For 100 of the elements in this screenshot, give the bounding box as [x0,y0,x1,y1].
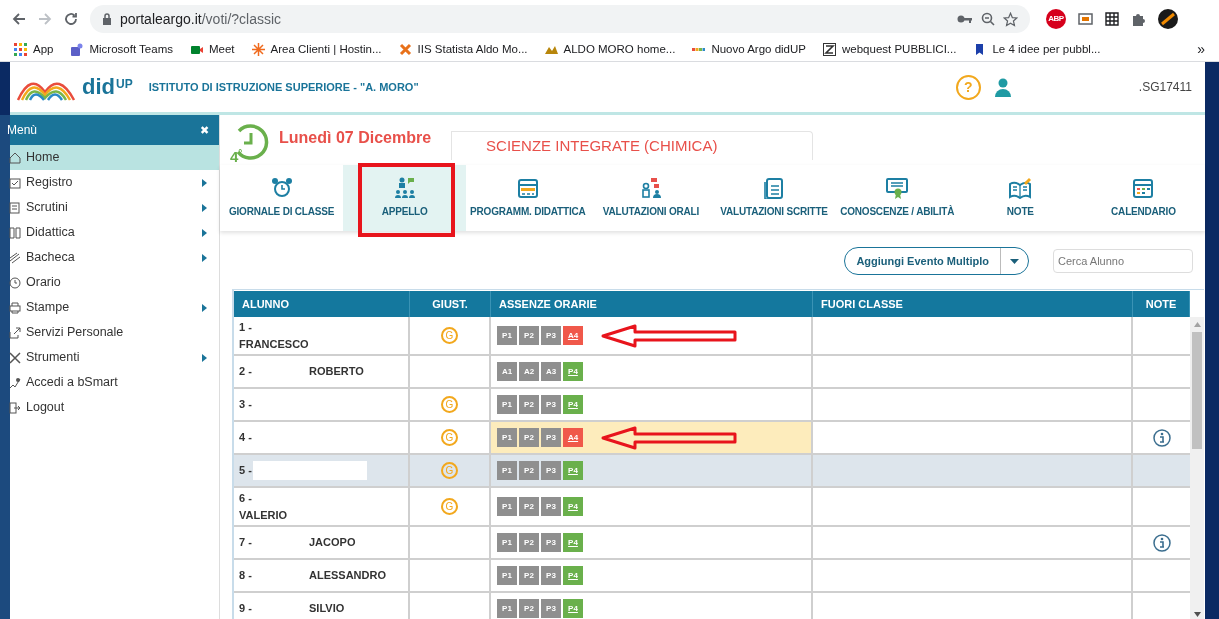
table-row[interactable]: 7 - JACOPO P1 P2 P3 P4 [234,527,1190,560]
hour-badge[interactable]: A1 [497,362,517,381]
search-field[interactable]: Cerca Alunno [1053,249,1193,273]
table-row[interactable]: 3 - G P1 P2 P3 P4 [234,389,1190,422]
cross-logo-icon[interactable] [398,43,412,56]
info-icon[interactable] [1152,428,1171,447]
bookmark-link[interactable]: Meet [209,40,235,59]
hour-badge[interactable]: P4 [563,497,583,516]
hour-badge[interactable]: P3 [541,395,561,414]
hour-badge[interactable]: P3 [541,533,561,552]
hour-badge[interactable]: P4 [563,461,583,480]
bookmark-link[interactable]: Area Clienti | Hostin... [270,40,382,59]
address-bar[interactable]: portaleargo.it/voti/?classic [90,5,1030,33]
alarm-clock-icon [270,177,293,199]
bookmark-link[interactable]: webquest PUBBLICI... [842,40,957,59]
hour-badge[interactable]: P1 [497,428,517,447]
grid-icon[interactable] [1105,12,1119,26]
bookmark-link[interactable]: Nuovo Argo didUP [711,40,806,59]
puzzle-icon[interactable] [1131,11,1146,27]
table-row[interactable]: 1 - FRANCESCO G P1 P2 P3 A4 [234,317,1190,356]
people-icon[interactable] [70,43,84,56]
student-name: FRANCESCO [239,336,310,352]
hour-badge[interactable]: P1 [497,566,517,585]
toolbar-tab[interactable]: NOTE [958,165,1082,231]
calendar-icon [1132,177,1155,199]
toolbar-tab[interactable]: GIORNALE DI CLASSE [220,165,344,231]
cast-icon[interactable] [1078,12,1093,26]
hour-badge[interactable]: P1 [497,533,517,552]
caret-icon[interactable] [1010,258,1019,264]
hour-badge[interactable]: P3 [541,497,561,516]
zoom-icon[interactable] [981,12,995,26]
reload-icon[interactable] [64,12,78,26]
extension-badge[interactable]: ABP [1046,9,1066,29]
hour-badge[interactable]: A3 [541,362,561,381]
hour-badge[interactable]: A4 [563,428,583,447]
bookmark-link[interactable]: App [33,40,54,59]
sparkle-icon[interactable] [251,43,265,56]
hour-badge[interactable]: P3 [541,599,561,618]
toolbar-tab[interactable]: VALUTAZIONI ORALI [589,165,713,231]
lesson-date: Lunedì 07 Dicembre [279,128,432,148]
hour-badge[interactable]: P3 [541,326,561,345]
back-icon[interactable] [12,12,26,26]
hour-badge[interactable]: A4 [563,326,583,345]
toolbar-tab[interactable]: CONOSCENZE / ABILITÀ [835,165,959,231]
hour-badge[interactable]: P1 [497,326,517,345]
hour-badge[interactable]: P2 [519,599,539,618]
row-number: 6 - [239,491,253,506]
hour-badge[interactable]: P2 [519,566,539,585]
camera-icon[interactable] [190,43,203,56]
hour-badge[interactable]: P1 [497,461,517,480]
printer-icon [9,301,21,314]
toolbar-tab[interactable]: CALENDARIO [1081,165,1205,231]
hour-badge[interactable]: P4 [563,566,583,585]
hour-badge[interactable]: P3 [541,461,561,480]
sidebar-item[interactable]: Home [10,145,219,170]
bookmark-link[interactable]: IIS Statista Aldo Mo... [417,40,528,59]
profile-avatar[interactable] [1158,9,1178,29]
apps-grid-icon[interactable] [14,43,27,56]
hour-badge[interactable]: P1 [497,395,517,414]
bookmark-link[interactable]: ALDO MORO home... [563,40,676,59]
table-row[interactable]: 4 - G P1 P2 P3 A4 [234,422,1190,455]
table-row[interactable]: 2 - ROBERTO A1 A2 A3 P4 [234,356,1190,389]
hour-badge[interactable]: P1 [497,599,517,618]
user-icon[interactable] [994,77,1011,97]
letter-z-icon[interactable] [823,43,836,56]
scrollbar[interactable] [1190,317,1204,619]
lock-icon [102,13,112,25]
url-text: portaleargo.it/voti/?classic [120,9,282,29]
toolbar-tab[interactable]: PROGRAMM. DIDATTICA [466,165,590,231]
table-row[interactable]: 6 - VALERIO G P1 P2 P3 P4 [234,488,1190,527]
hour-badge[interactable]: P4 [563,599,583,618]
row-number: 2 - [239,364,253,380]
hour-badge[interactable]: P4 [563,395,583,414]
table-row[interactable]: 5 - G P1 P2 P3 P4 [234,455,1190,488]
hour-badge[interactable]: P3 [541,428,561,447]
papers-icon [9,251,21,264]
bookmark-link[interactable]: Microsoft Teams [89,40,173,59]
user-code: .SG17411 [1138,79,1192,96]
hour-badge[interactable]: P2 [519,428,539,447]
info-icon[interactable] [1152,533,1171,552]
school-name: ISTITUTO DI ISTRUZIONE SUPERIORE - "A. MORO" [148,79,419,95]
hour-badge[interactable]: P4 [563,362,583,381]
hour-badge[interactable]: P2 [519,326,539,345]
hour-badge[interactable]: P4 [563,533,583,552]
hour-badge[interactable]: P3 [541,566,561,585]
more-bookmarks-button[interactable]: » [1197,39,1205,60]
toolbar-tab[interactable]: VALUTAZIONI SCRITTE [712,165,836,231]
close-button[interactable]: ✖ [200,121,209,139]
scroll-down-icon[interactable] [1193,612,1201,617]
hour-badge[interactable]: P2 [519,395,539,414]
hour-badge[interactable]: P2 [519,533,539,552]
table-row[interactable]: 8 - ALESSANDRO P1 P2 P3 P4 [234,560,1190,593]
hour-badge[interactable]: P2 [519,461,539,480]
key-icon[interactable] [957,14,973,24]
hour-badge[interactable]: A2 [519,362,539,381]
hour-badge[interactable]: P2 [519,497,539,516]
subject-title: SCIENZE INTEGRATE (CHIMICA) [486,135,718,156]
star-icon[interactable] [1003,11,1018,27]
hour-badge[interactable]: P1 [497,497,517,516]
bookmark-link[interactable]: Le 4 idee per pubbl... [992,40,1101,59]
